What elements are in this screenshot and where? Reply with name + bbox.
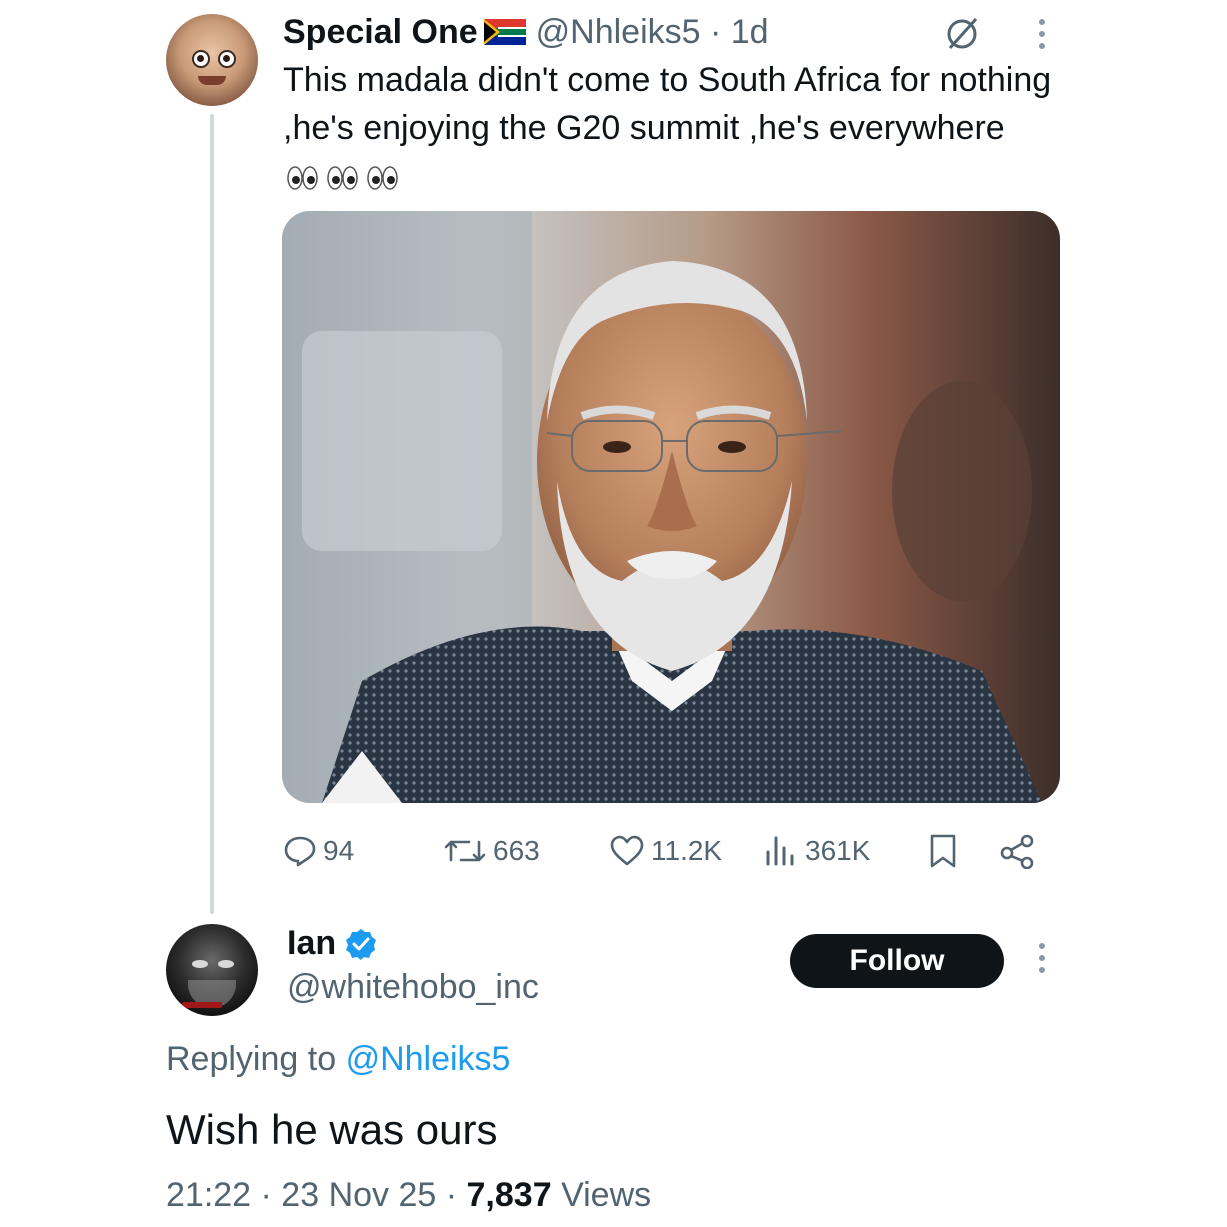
tweet-photo[interactable] bbox=[282, 211, 1060, 803]
avatar-red-mark bbox=[182, 1002, 222, 1008]
like-count: 11.2K bbox=[651, 835, 723, 866]
author-handle-time[interactable]: @Nhleiks5 · 1d bbox=[536, 13, 769, 52]
reply-text: Wish he was ours bbox=[166, 1106, 498, 1153]
south-africa-flag-icon bbox=[483, 19, 526, 45]
reply-footer: 21:22 · 23 Nov 25 · 7,837 Views bbox=[166, 1176, 651, 1215]
views-count: 361K bbox=[805, 835, 871, 866]
reply-action[interactable]: 94 bbox=[283, 828, 354, 874]
thread-connector-line bbox=[210, 114, 214, 914]
more-icon[interactable] bbox=[1022, 938, 1062, 978]
share-icon bbox=[1000, 834, 1034, 869]
reply-views-count: 7,837 bbox=[466, 1176, 552, 1214]
repost-icon bbox=[444, 840, 486, 862]
reply-author-avatar[interactable] bbox=[166, 924, 258, 1016]
reply-icon bbox=[284, 836, 316, 867]
follow-button[interactable]: Follow bbox=[790, 934, 1004, 988]
replying-handle-link[interactable]: @Nhleiks5 bbox=[346, 1040, 511, 1078]
reply-author-header: Ian bbox=[287, 924, 378, 963]
author-name[interactable]: Special One bbox=[283, 13, 478, 52]
grok-icon[interactable] bbox=[942, 14, 982, 54]
photo-illustration bbox=[282, 211, 1042, 803]
more-icon[interactable] bbox=[1022, 14, 1062, 54]
tweet-text-body: This madala didn't come to South Africa … bbox=[283, 61, 1052, 147]
reply-count: 94 bbox=[323, 835, 355, 866]
reply-author-name[interactable]: Ian bbox=[287, 924, 336, 963]
replying-to: Replying to @Nhleiks5 bbox=[166, 1040, 510, 1079]
tweet-text: This madala didn't come to South Africa … bbox=[283, 56, 1063, 200]
bookmark-action[interactable] bbox=[927, 828, 965, 874]
like-action[interactable]: 11.2K bbox=[609, 828, 722, 874]
author-avatar[interactable] bbox=[166, 14, 258, 106]
avatar-mouth bbox=[198, 76, 226, 85]
bookmark-icon bbox=[930, 834, 956, 868]
repost-count: 663 bbox=[493, 835, 540, 866]
avatar-eye bbox=[192, 960, 208, 968]
reply-timestamp[interactable]: 21:22 · 23 Nov 25 · bbox=[166, 1176, 457, 1214]
avatar-eye bbox=[218, 960, 234, 968]
share-action[interactable] bbox=[999, 828, 1043, 874]
tweet-header: Special One @Nhleiks5 · 1d bbox=[283, 10, 769, 54]
repost-action[interactable]: 663 bbox=[443, 828, 540, 874]
verified-badge-icon[interactable] bbox=[344, 927, 378, 961]
like-icon bbox=[610, 835, 644, 866]
tweet-actions: 94 663 11.2K 361K bbox=[283, 828, 1043, 874]
views-icon bbox=[766, 836, 794, 866]
replying-prefix: Replying to bbox=[166, 1040, 337, 1078]
eyes-emoji-icon bbox=[287, 166, 398, 190]
views-action[interactable]: 361K bbox=[763, 828, 870, 874]
avatar-eye bbox=[192, 50, 210, 68]
reply-author-handle[interactable]: @whitehobo_inc bbox=[287, 968, 539, 1007]
reply-views-label: Views bbox=[561, 1176, 652, 1214]
avatar-eye bbox=[218, 50, 236, 68]
